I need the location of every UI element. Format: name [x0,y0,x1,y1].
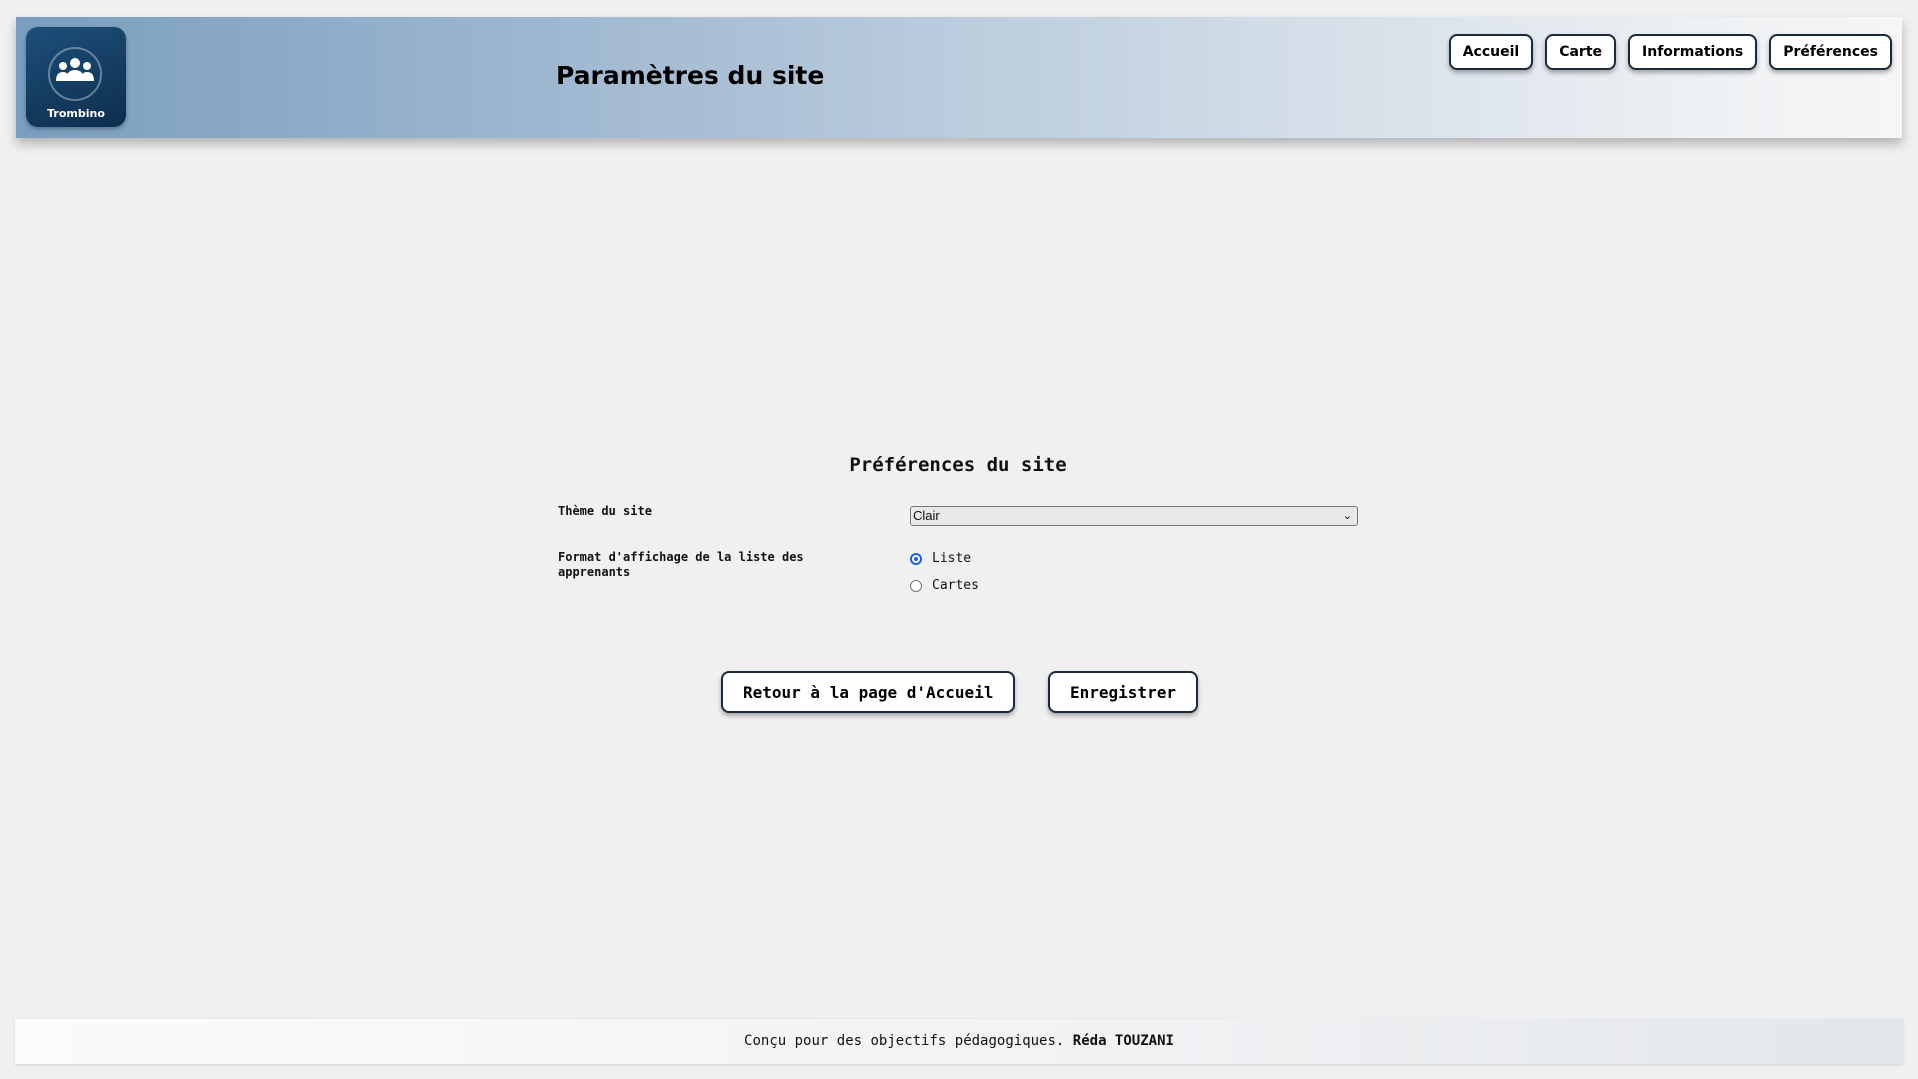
users-icon [48,47,102,101]
section-title: Préférences du site [849,454,1067,476]
radio-liste[interactable] [910,552,922,565]
nav-accueil-button[interactable]: Accueil [1448,34,1534,70]
theme-row: Thème du site Clair ⌄ [558,504,1358,551]
site-footer: Conçu pour des objectifs pédagogiques. R… [15,1019,1903,1064]
footer-author: Réda TOUZANI [1072,1033,1174,1049]
format-option-liste[interactable]: Liste [910,551,971,566]
logo[interactable]: Trombino [26,27,126,127]
format-option-liste-label: Liste [932,551,972,566]
logo-label: Trombino [47,107,105,120]
nav-preferences-button[interactable]: Préférences [1769,34,1892,70]
nav-informations-button[interactable]: Informations [1628,34,1758,70]
save-button[interactable]: Enregistrer [1048,671,1198,713]
back-home-button[interactable]: Retour à la page d'Accueil [721,671,1016,713]
theme-label: Thème du site [558,504,652,518]
nav-carte-button[interactable]: Carte [1545,34,1617,70]
format-option-cartes-label: Cartes [932,578,979,593]
format-label: Format d'affichage de la liste des appre… [558,550,804,579]
site-header: Trombino Paramètres du site Accueil Cart… [16,17,1902,138]
format-row: Format d'affichage de la liste des appre… [558,550,1358,611]
radio-cartes[interactable] [910,579,922,592]
theme-select-value: Clair [913,508,940,523]
main-nav: Accueil Carte Informations Préférences [1448,34,1892,70]
format-option-cartes[interactable]: Cartes [910,578,979,593]
theme-select[interactable]: Clair ⌄ [910,506,1358,526]
preferences-form: Préférences du site Thème du site Clair … [558,454,1358,611]
page-title: Paramètres du site [556,61,825,90]
chevron-down-icon: ⌄ [1342,510,1352,522]
footer-text: Conçu pour des objectifs pédagogiques. [744,1033,1073,1049]
